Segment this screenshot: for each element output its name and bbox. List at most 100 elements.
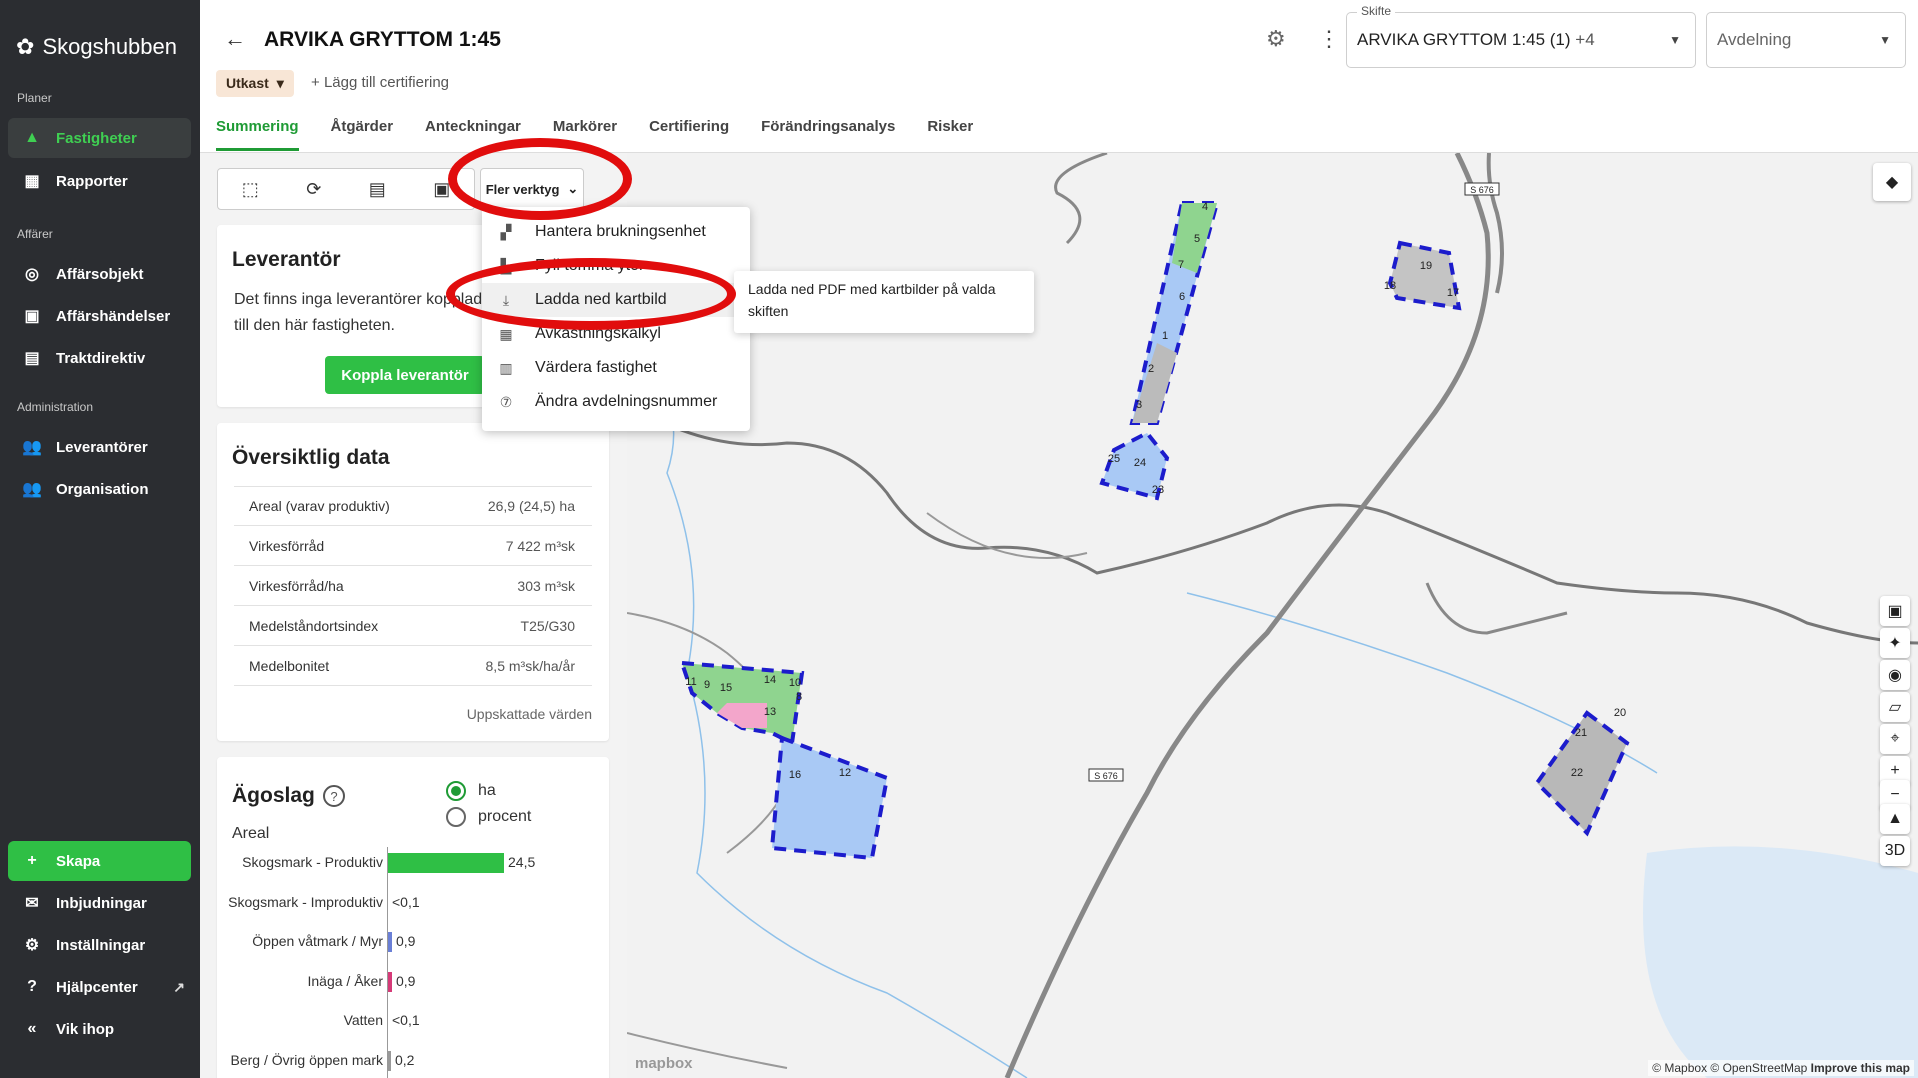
people-icon: 👥 <box>22 439 42 456</box>
sidebar-item-hjalpcenter[interactable]: ? Hjälpcenter ↗ <box>8 967 191 1007</box>
add-certification-link[interactable]: + Lägg till certifiering <box>311 74 449 91</box>
row-value: T25/G30 <box>520 617 575 634</box>
unit-radio-procent[interactable]: procent <box>446 807 531 827</box>
table-row: Areal (varav produktiv) 26,9 (24,5) ha <box>234 486 592 526</box>
mail-icon: ✉ <box>25 895 39 912</box>
3d-toggle-button[interactable]: 3D <box>1880 836 1910 866</box>
sidebar-item-affarsobjekt[interactable]: ◎ Affärsobjekt <box>8 254 191 294</box>
app-logo[interactable]: ✿ Skogshubben <box>16 34 177 60</box>
oversikt-title: Översiktlig data <box>232 446 390 469</box>
radio-label: ha <box>478 782 496 799</box>
app-root: ✿ Skogshubben Planer ▲ Fastigheter ▦ Rappor… <box>0 0 1918 1078</box>
ruler-icon[interactable]: ▱ <box>1880 692 1910 722</box>
row-label: Medelbonitet <box>249 657 330 674</box>
stand-number: 16 <box>789 769 801 781</box>
road <box>627 401 1918 645</box>
draw-polygon-icon[interactable]: ⬚ <box>242 179 259 200</box>
bar <box>388 971 392 992</box>
stand-number: 9 <box>704 679 710 691</box>
sidebar-item-label: Fastigheter <box>56 129 137 147</box>
hierarchy-icon: ▞ <box>500 223 512 240</box>
sidebar-item-label: Leverantörer <box>56 438 148 456</box>
tab-atgarder[interactable]: Åtgärder <box>331 118 394 154</box>
plus-icon: + <box>311 74 324 91</box>
bar-axis <box>387 847 388 1078</box>
stand-number: 21 <box>1575 727 1587 739</box>
sidebar-item-inbjudningar[interactable]: ✉ Inbjudningar <box>8 883 191 923</box>
status-dropdown[interactable]: Utkast ▾ <box>216 70 294 97</box>
sidebar-item-leverantorer[interactable]: 👥 Leverantörer <box>8 427 191 467</box>
sidebar-item-installningar[interactable]: ⚙ Inställningar <box>8 925 191 965</box>
stand-number: 24 <box>1134 457 1146 469</box>
menu-item-vardera[interactable]: ▥ Värdera fastighet <box>482 351 750 385</box>
leverantor-title: Leverantör <box>232 248 341 271</box>
sidebar-item-traktdirektiv[interactable]: ▤ Traktdirektiv <box>8 338 191 378</box>
stand-number: 22 <box>1571 767 1583 779</box>
stand-number: 14 <box>764 674 776 686</box>
external-link-icon: ↗ <box>173 978 185 995</box>
tab-certifiering[interactable]: Certifiering <box>649 118 729 154</box>
stand-number: 11 <box>685 676 696 688</box>
sidebar-collapse[interactable]: « Vik ihop <box>8 1009 191 1049</box>
section-affarer: Affärer <box>17 227 53 241</box>
plus-icon: + <box>27 852 37 869</box>
stand-parcel <box>717 703 767 728</box>
sidebar-item-rapporter[interactable]: ▦ Rapporter <box>8 161 191 201</box>
road <box>1425 582 1568 635</box>
sidebar-item-organisation[interactable]: 👥 Organisation <box>8 469 191 509</box>
tab-forandringsanalys[interactable]: Förändringsanalys <box>761 118 895 154</box>
stand-number: 10 <box>789 677 801 689</box>
layers-icon[interactable]: ◆ <box>1873 163 1911 201</box>
bar-value: <0,1 <box>392 893 420 910</box>
document-icon[interactable]: ▤ <box>369 179 386 200</box>
stand-number: 18 <box>1384 280 1396 292</box>
avdelning-select[interactable]: Avdelning ▼ <box>1706 12 1906 68</box>
satellite-icon[interactable]: ✦ <box>1880 628 1910 658</box>
help-circle-icon[interactable]: ? <box>323 785 345 807</box>
sidebar-item-label: Traktdirektiv <box>56 349 146 367</box>
create-button[interactable]: + Skapa <box>8 841 191 881</box>
refresh-icon[interactable]: ⟳ <box>306 179 321 200</box>
row-label: Medelståndortsindex <box>249 617 379 634</box>
stand-parcel <box>1132 343 1177 423</box>
section-planer: Planer <box>17 91 52 105</box>
more-options-icon[interactable]: ⋮ <box>1318 26 1340 52</box>
menu-item-andra-avd[interactable]: ⑦ Ändra avdelningsnummer <box>482 385 750 419</box>
radio-selected <box>446 781 466 801</box>
road <box>1054 153 1108 245</box>
stand-number: 25 <box>1108 453 1120 465</box>
contact-card-icon[interactable]: ▣ <box>1880 596 1910 626</box>
unit-radio-ha[interactable]: ha <box>446 781 496 801</box>
tab-risker[interactable]: Risker <box>927 118 973 154</box>
table-row: Virkesförråd 7 422 m³sk <box>234 526 592 566</box>
sidebar-item-label: Inställningar <box>56 936 146 954</box>
mapbox-logo: mapbox <box>635 1055 693 1072</box>
map-attribution[interactable]: © Mapbox © OpenStreetMap Improve this ma… <box>1648 1060 1914 1076</box>
chart-icon: ▥ <box>499 359 513 376</box>
sidebar-item-affarshandelser[interactable]: ▣ Affärshändelser <box>8 296 191 336</box>
bar-row: Öppen våtmark / Myr 0,9 <box>217 928 609 956</box>
improve-map-link[interactable]: Improve this map <box>1811 1061 1910 1075</box>
tab-summering[interactable]: Summering <box>216 118 299 151</box>
settings-gear-icon[interactable]: ⚙ <box>1266 26 1286 52</box>
gear-icon: ⚙ <box>24 937 40 954</box>
locate-icon[interactable]: ⌖ <box>1880 724 1910 754</box>
connect-supplier-button[interactable]: Koppla leverantör <box>325 356 485 394</box>
logo-icon: ✿ <box>16 34 35 59</box>
bar <box>388 932 392 952</box>
stand-number: 7 <box>1178 259 1184 271</box>
bar-label: Skogsmark - Improduktiv <box>228 893 383 910</box>
skifte-select[interactable]: Skifte ARVIKA GRYTTOM 1:45 (1) +4 ▼ <box>1346 4 1696 68</box>
bar-value: 0,2 <box>395 1051 415 1068</box>
bar-value: 0,9 <box>396 972 416 989</box>
sidebar-item-fastigheter[interactable]: ▲ Fastigheter <box>8 118 191 158</box>
compass-icon[interactable]: ▲ <box>1880 804 1910 834</box>
menu-item-hantera[interactable]: ▞ Hantera brukningsenhet <box>482 215 750 249</box>
help-icon: ? <box>27 978 37 995</box>
table-row: Medelbonitet 8,5 m³sk/ha/år <box>234 646 592 686</box>
camera-icon[interactable]: ◉ <box>1880 660 1910 690</box>
radio-label: procent <box>478 808 532 825</box>
row-label: Areal (varav produktiv) <box>249 498 390 514</box>
stand-number: 3 <box>1136 399 1142 411</box>
back-arrow-icon[interactable]: ← <box>224 26 246 52</box>
